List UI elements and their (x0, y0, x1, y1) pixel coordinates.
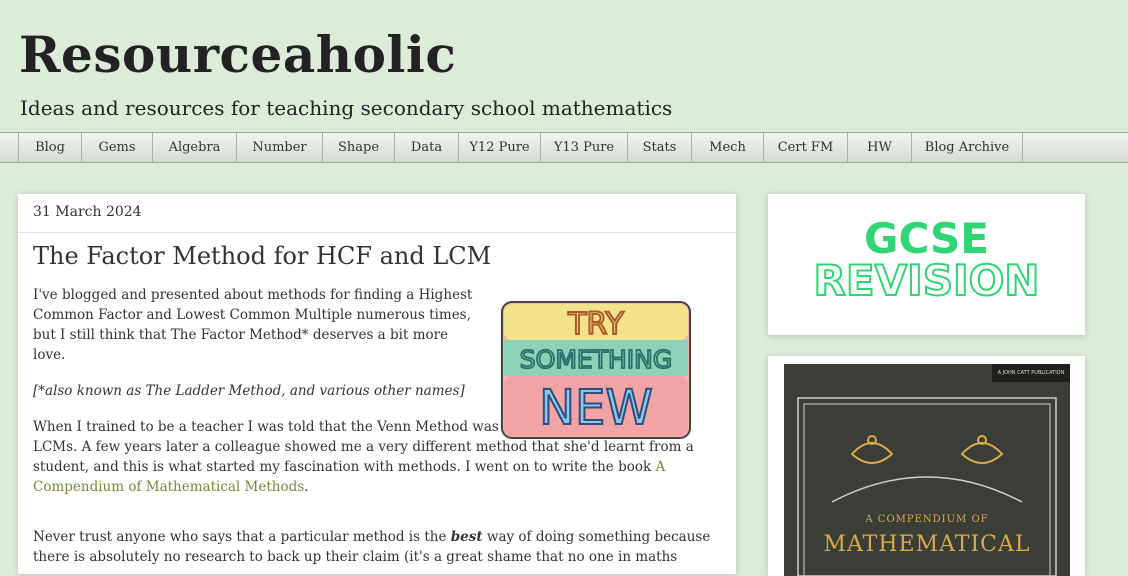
nav-item-cert-fm[interactable]: Cert FM (763, 133, 847, 162)
post-date: 31 March 2024 (33, 204, 142, 220)
nav-item-gems[interactable]: Gems (81, 133, 152, 162)
book-cover[interactable]: A JOHN CATT PUBLICATION A COMPENDIUM OF … (784, 364, 1070, 576)
try-something-new-image: TRY SOMETHING NEW (501, 301, 691, 439)
post-paragraph-2: Never trust anyone who says that a parti… (33, 527, 723, 567)
nav-item-hw[interactable]: HW (847, 133, 911, 162)
nav-item-data[interactable]: Data (394, 133, 458, 162)
site-description: Ideas and resources for teaching seconda… (20, 96, 673, 120)
image-word-something: SOMETHING (520, 345, 672, 374)
gcse-text: GCSE (863, 214, 989, 263)
date-divider (18, 232, 736, 233)
nav-item-y12-pure[interactable]: Y12 Pure (458, 133, 540, 162)
book-title: MATHEMATICAL (823, 532, 1031, 557)
post-title[interactable]: The Factor Method for HCF and LCM (33, 240, 491, 272)
site-title[interactable]: Resourceaholic (19, 24, 456, 86)
nav-item-algebra[interactable]: Algebra (152, 133, 236, 162)
revision-text: REVISION (813, 256, 1041, 305)
nav-bar: Blog Gems Algebra Number Shape Data Y12 Pure Y1… (0, 132, 1128, 163)
gcse-revision-widget[interactable]: GCSE REVISION (768, 194, 1085, 335)
image-word-try: TRY (567, 307, 624, 342)
nav-item-blog[interactable]: Blog (18, 133, 81, 162)
nav-item-shape[interactable]: Shape (322, 133, 394, 162)
image-word-new: NEW (539, 380, 653, 436)
paragraph-text: Never trust anyone who says that a parti… (33, 529, 451, 545)
nav-item-blog-archive[interactable]: Blog Archive (911, 133, 1023, 162)
blog-header: Resourceaholic Ideas and resources for t… (0, 0, 1128, 132)
nav-item-mech[interactable]: Mech (691, 133, 763, 162)
publisher-tag: A JOHN CATT PUBLICATION (992, 364, 1070, 382)
book-widget[interactable]: A JOHN CATT PUBLICATION A COMPENDIUM OF … (768, 356, 1085, 576)
book-subtitle: A COMPENDIUM OF (865, 514, 989, 525)
emphasis-best: best (450, 529, 483, 545)
post-note: [*also known as The Ladder Method, and v… (33, 383, 465, 399)
nav-item-number[interactable]: Number (236, 133, 322, 162)
nav-item-y13-pure[interactable]: Y13 Pure (540, 133, 627, 162)
nav-item-stats[interactable]: Stats (627, 133, 691, 162)
post-intro: I've blogged and presented about methods… (33, 287, 473, 363)
paragraph-end: . (304, 479, 309, 495)
blog-post: 31 March 2024 The Factor Method for HCF … (18, 194, 736, 574)
